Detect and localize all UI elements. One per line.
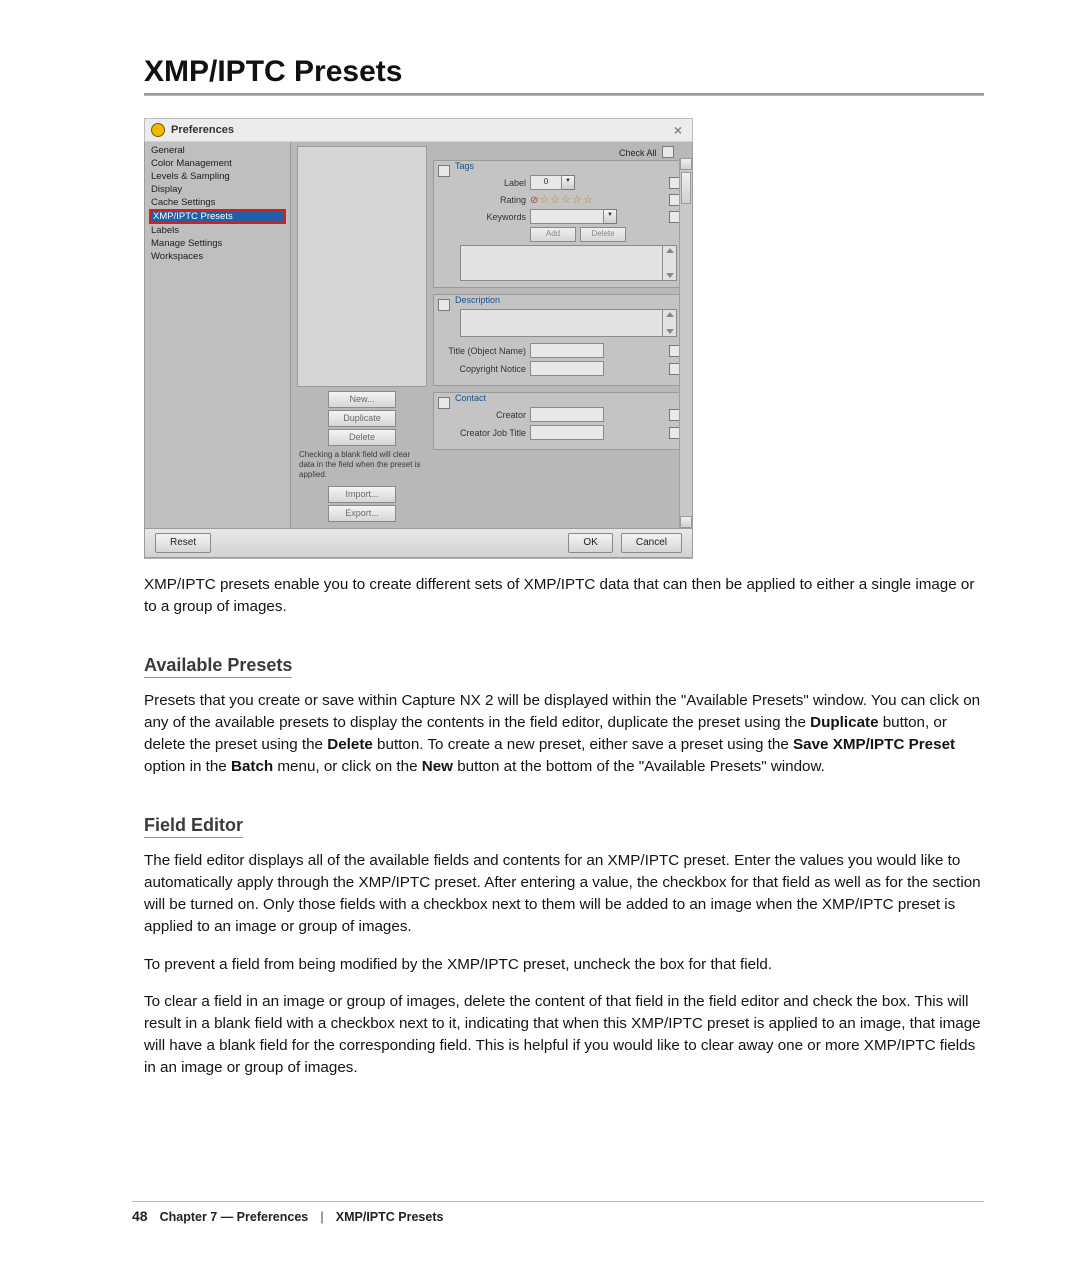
delete-button[interactable]: Delete: [328, 429, 396, 446]
no-rating-icon[interactable]: ⊘: [530, 195, 539, 206]
field-editor-paragraph-2: To prevent a field from being modified b…: [144, 954, 984, 976]
field-editor-column: Check All Tags Label 0: [431, 142, 692, 528]
page-number: 48: [132, 1208, 148, 1224]
window-titlebar: Preferences ×: [144, 118, 693, 141]
title-rule: [144, 93, 984, 96]
title-field-label: Title (Object Name): [440, 346, 530, 356]
copyright-field-input[interactable]: [530, 361, 604, 376]
keywords-field-label: Keywords: [440, 212, 530, 222]
footer-section: XMP/IPTC Presets: [336, 1210, 444, 1224]
description-panel-title: Description: [452, 295, 503, 305]
new-button[interactable]: New...: [328, 391, 396, 408]
rating-stars[interactable]: ⊘☆☆☆☆☆: [530, 193, 594, 206]
check-all-row: Check All: [433, 144, 688, 160]
footer-chapter: Chapter 7 — Preferences: [160, 1210, 309, 1224]
check-all-label: Check All: [619, 148, 657, 158]
sidebar-item-manage-settings[interactable]: Manage Settings: [147, 237, 288, 250]
creator-job-field-input[interactable]: [530, 425, 604, 440]
sidebar-item-general[interactable]: General: [147, 144, 288, 157]
import-button[interactable]: Import...: [328, 486, 396, 503]
field-editor-paragraph-1: The field editor displays all of the ava…: [144, 850, 984, 938]
description-textarea[interactable]: [460, 309, 677, 337]
available-presets-paragraph: Presets that you create or save within C…: [144, 690, 984, 778]
description-panel-checkbox[interactable]: [438, 299, 450, 311]
sidebar-item-labels[interactable]: Labels: [147, 224, 288, 237]
title-field-input[interactable]: [530, 343, 604, 358]
app-icon: [151, 123, 165, 137]
sidebar-item-display[interactable]: Display: [147, 183, 288, 196]
field-editor-scrollbar[interactable]: [679, 158, 692, 528]
creator-field-input[interactable]: [530, 407, 604, 422]
window-title: Preferences: [171, 124, 670, 136]
field-editor-paragraph-3: To clear a field in an image or group of…: [144, 991, 984, 1079]
keywords-input[interactable]: [530, 209, 604, 224]
ok-button[interactable]: OK: [568, 533, 612, 553]
keyword-add-button[interactable]: Add: [530, 227, 576, 242]
scroll-thumb[interactable]: [681, 172, 691, 204]
check-all-checkbox[interactable]: [662, 146, 674, 158]
contact-panel-checkbox[interactable]: [438, 397, 450, 409]
contact-panel: Contact Creator Creator Job Title: [433, 392, 688, 450]
contact-panel-title: Contact: [452, 393, 489, 403]
cancel-button[interactable]: Cancel: [621, 533, 682, 553]
duplicate-button[interactable]: Duplicate: [328, 410, 396, 427]
creator-field-label: Creator: [440, 410, 530, 420]
close-icon[interactable]: ×: [670, 122, 686, 138]
available-presets-heading: Available Presets: [144, 655, 292, 678]
available-presets-column: New... Duplicate Delete Checking a blank…: [291, 142, 431, 528]
tags-panel-title: Tags: [452, 161, 477, 171]
tags-panel-checkbox[interactable]: [438, 165, 450, 177]
preferences-window: Preferences × General Color Management L…: [144, 118, 693, 558]
available-presets-list[interactable]: [297, 146, 427, 387]
tags-panel: Tags Label 0 Rating ⊘☆☆☆☆☆: [433, 160, 688, 288]
spinner-icon[interactable]: [662, 309, 677, 337]
chevron-down-icon[interactable]: [562, 175, 575, 190]
field-editor-heading: Field Editor: [144, 815, 243, 838]
description-panel: Description Title (Object Name) Copyrigh…: [433, 294, 688, 386]
sidebar-item-xmp-iptc-presets[interactable]: XMP/IPTC Presets: [149, 209, 286, 224]
intro-paragraph: XMP/IPTC presets enable you to create di…: [144, 574, 984, 618]
sidebar-item-color-management[interactable]: Color Management: [147, 157, 288, 170]
sidebar-item-levels-sampling[interactable]: Levels & Sampling: [147, 170, 288, 183]
label-field-label: Label: [440, 178, 530, 188]
copyright-field-label: Copyright Notice: [440, 364, 530, 374]
rating-field-label: Rating: [440, 195, 530, 205]
sidebar-item-workspaces[interactable]: Workspaces: [147, 250, 288, 263]
keyword-delete-button[interactable]: Delete: [580, 227, 626, 242]
page-footer: 48 Chapter 7 — Preferences | XMP/IPTC Pr…: [132, 1201, 984, 1224]
scroll-up-icon[interactable]: [680, 158, 692, 170]
window-footer: Reset OK Cancel: [144, 529, 693, 558]
reset-button[interactable]: Reset: [155, 533, 211, 553]
scroll-down-icon[interactable]: [680, 516, 692, 528]
keywords-textarea[interactable]: [460, 245, 677, 281]
page-title: XMP/IPTC Presets: [144, 55, 984, 89]
chevron-down-icon[interactable]: [604, 209, 617, 224]
footer-separator: |: [320, 1210, 324, 1224]
prefs-sidebar: General Color Management Levels & Sampli…: [145, 142, 291, 528]
blank-field-hint: Checking a blank field will clear data i…: [299, 450, 427, 480]
sidebar-item-cache-settings[interactable]: Cache Settings: [147, 196, 288, 209]
label-dropdown[interactable]: 0: [530, 175, 562, 190]
export-button[interactable]: Export...: [328, 505, 396, 522]
spinner-icon[interactable]: [662, 245, 677, 281]
creator-job-field-label: Creator Job Title: [440, 428, 530, 438]
